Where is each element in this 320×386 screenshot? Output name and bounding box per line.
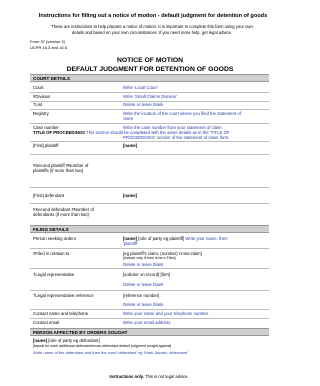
document-title: NOTICE OF MOTION bbox=[116, 57, 184, 64]
title-of-proceedings-note-2: PROCEEDINGS' section of the statement of… bbox=[123, 135, 230, 140]
person-affected-line: [name] [role of party eg defendant] bbox=[33, 338, 100, 343]
section-heading-court-details: COURT DETAILS bbox=[30, 74, 269, 82]
seeking-instruction: Write your name, then bbox=[184, 236, 228, 241]
filed-in-relation-value: [eg plaintiff's claim, (number) cross-cl… bbox=[123, 251, 269, 267]
row-divider bbox=[30, 290, 269, 291]
legal-reference-label: †Legal representative reference bbox=[33, 293, 94, 298]
row-divider bbox=[30, 268, 269, 269]
row-divider bbox=[30, 154, 269, 155]
legal-rep-value-line: [solicitor on record] [firm] bbox=[123, 272, 171, 277]
intro-line: These are instructions to help prepare a… bbox=[51, 24, 253, 29]
row-divider bbox=[30, 318, 269, 319]
legal-ref-value-line: [reference number] bbox=[123, 293, 160, 298]
court-value: Write 'Local Court' bbox=[123, 85, 158, 90]
legal-representative-value: [solicitor on record] [firm] Delete or l… bbox=[123, 272, 170, 288]
section-heading-person-affected: PERSON AFFECTED BY ORDERS SOUGHT bbox=[30, 328, 269, 336]
footer-text: This is not legal advice. bbox=[143, 374, 189, 379]
person-affected-instruction: Write name of the defendant and then the… bbox=[33, 350, 188, 355]
seeking-role-placeholder: [role of party eg plaintiff] bbox=[137, 236, 185, 241]
seeking-name-placeholder: [name] bbox=[123, 236, 138, 241]
document-subtitle: DEFAULT JUDGMENT FOR DETENTION OF GOODS bbox=[66, 66, 234, 73]
contact-name-label: Contact name and telephone bbox=[33, 311, 89, 316]
court-label: Court bbox=[33, 85, 44, 90]
person-affected-note: [repeat for each additional defendant/cr… bbox=[33, 344, 172, 348]
section-heading-filing-details: FILING DETAILS bbox=[30, 225, 269, 233]
rule-reference: UCPR 16.3 and 16.5 bbox=[30, 44, 67, 50]
row-divider bbox=[30, 123, 269, 124]
title-of-proceedings-label: TITLE OF PROCEEDINGS bbox=[33, 130, 86, 135]
second-defendant-label: #Second defendant #Number of defendants … bbox=[33, 207, 94, 218]
row-divider bbox=[30, 92, 269, 93]
contact-email-label: Contact email bbox=[33, 320, 60, 325]
filed-value-instruction: Delete or leave blank bbox=[123, 261, 164, 267]
first-plaintiff-label: [First] plaintiff bbox=[33, 143, 59, 148]
list-value: Delete or leave blank bbox=[123, 102, 164, 107]
row-divider bbox=[30, 109, 269, 110]
form-number: Form 37 (version 3) bbox=[30, 39, 65, 44]
second-defendant-label-line: defendants (if more than two) bbox=[33, 212, 89, 218]
first-defendant-label: [First] defendant bbox=[33, 193, 65, 198]
registry-value-line: claim bbox=[123, 116, 134, 122]
person-seeking-orders-value: [name] [role of party eg plaintiff] Writ… bbox=[123, 236, 269, 247]
registry-value: Write the location of the court where yo… bbox=[123, 111, 241, 122]
footer-bold: Instructions only. bbox=[109, 374, 144, 379]
first-plaintiff-value: [name] bbox=[123, 143, 138, 148]
legal-rep-instruction: Delete or leave blank bbox=[123, 282, 164, 288]
affected-name-placeholder: [name] bbox=[33, 338, 48, 343]
row-divider bbox=[30, 187, 269, 188]
instructions-intro: These are instructions to help prepare a… bbox=[32, 24, 272, 36]
registry-value-line: Write the location of the court where yo… bbox=[123, 111, 241, 116]
row-divider bbox=[30, 203, 269, 204]
registry-label: Registry bbox=[33, 111, 49, 116]
first-defendant-value: [name] bbox=[123, 193, 138, 198]
person-seeking-orders-label: Person seeking orders bbox=[33, 236, 76, 241]
division-label: #Division bbox=[33, 94, 51, 99]
row-divider bbox=[30, 141, 269, 142]
instructions-title: Instructions for filling out a notice of… bbox=[38, 13, 268, 19]
filed-in-relation-label: #Filed in relation to bbox=[33, 251, 70, 256]
form-reference: Form 37 (version 3) UCPR 16.3 and 16.5 bbox=[30, 39, 67, 50]
row-divider bbox=[30, 248, 269, 249]
contact-name-value: Write your name and your telephone numbe… bbox=[123, 311, 209, 316]
legal-reference-value: [reference number] Delete or leave blank bbox=[123, 293, 163, 308]
contact-email-value: Write your email address bbox=[123, 320, 171, 325]
legal-ref-instruction: Delete or leave blank bbox=[123, 302, 164, 308]
intro-line: details and based on your own circumstan… bbox=[71, 29, 233, 35]
legal-representative-label: †Legal representative bbox=[33, 272, 75, 277]
list-label: †List bbox=[33, 102, 43, 107]
page-footer: Instructions only. This is not legal adv… bbox=[0, 374, 298, 379]
second-plaintiff-label-line: plaintiffs (if more than two) bbox=[33, 168, 84, 174]
affected-role-placeholder: [role of party eg defendant] bbox=[47, 338, 100, 343]
instructions-page: Instructions for filling out a notice of… bbox=[0, 0, 298, 386]
division-value: Write 'Small Claims Division' bbox=[123, 94, 178, 99]
seeking-instruction-line-2: 'plaintiff' bbox=[123, 241, 139, 247]
row-divider bbox=[30, 309, 269, 310]
second-plaintiff-label: #Second plaintiff #Number of plaintiffs … bbox=[33, 163, 88, 174]
